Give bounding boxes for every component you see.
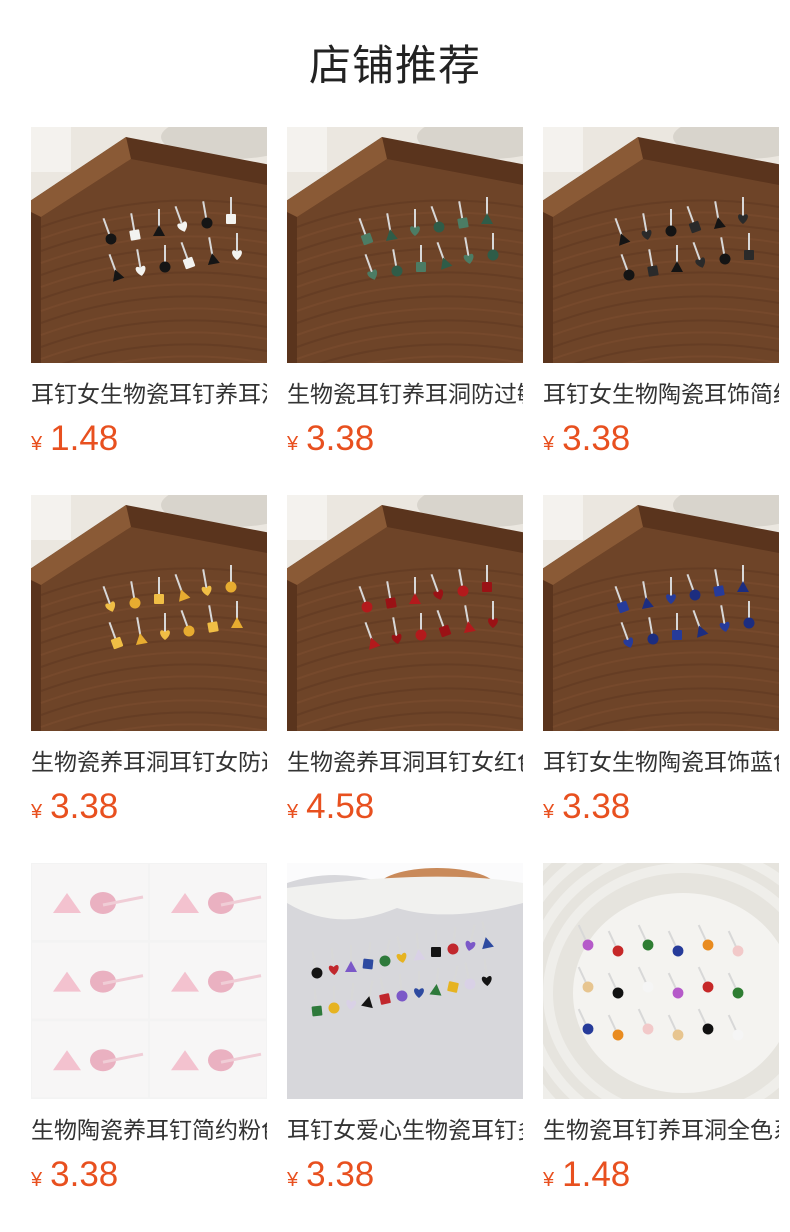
product-grid: 耳钉女生物瓷耳钉养耳洞 ¥1.48 生物瓷耳钉养耳洞防过敏 ¥3.38 耳钉女生物陶瓷耳… bbox=[31, 127, 779, 1194]
product-card[interactable]: 生物瓷耳钉养耳洞全色系 ¥1.48 bbox=[543, 863, 779, 1194]
product-price: ¥3.38 bbox=[31, 1155, 267, 1195]
product-photo bbox=[287, 495, 523, 731]
product-image[interactable] bbox=[287, 863, 523, 1099]
price-amount: 3.38 bbox=[562, 419, 631, 458]
product-photo bbox=[543, 495, 779, 731]
product-photo bbox=[287, 863, 523, 1099]
product-photo bbox=[543, 863, 779, 1099]
product-name[interactable]: 生物瓷耳钉养耳洞防过敏 bbox=[287, 379, 523, 411]
currency-symbol: ¥ bbox=[287, 433, 299, 455]
currency-symbol: ¥ bbox=[287, 801, 299, 823]
price-amount: 4.58 bbox=[306, 787, 375, 826]
price-amount: 3.38 bbox=[306, 1155, 375, 1194]
product-photo bbox=[31, 495, 267, 731]
product-image[interactable] bbox=[31, 863, 267, 1099]
product-card[interactable]: 耳钉女生物陶瓷耳饰简约 ¥3.38 bbox=[543, 127, 779, 458]
product-name[interactable]: 耳钉女生物陶瓷耳饰简约 bbox=[543, 379, 779, 411]
currency-symbol: ¥ bbox=[543, 1169, 555, 1191]
product-price: ¥1.48 bbox=[31, 419, 267, 459]
product-name[interactable]: 生物瓷养耳洞耳钉女红色 bbox=[287, 747, 523, 779]
price-amount: 3.38 bbox=[306, 419, 375, 458]
product-card[interactable]: 耳钉女生物陶瓷耳饰蓝色 ¥3.38 bbox=[543, 495, 779, 826]
product-price: ¥3.38 bbox=[31, 787, 267, 827]
product-price: ¥3.38 bbox=[543, 787, 779, 827]
page-title: 店铺推荐 bbox=[308, 41, 481, 90]
product-price: ¥1.48 bbox=[543, 1155, 779, 1195]
price-amount: 1.48 bbox=[562, 1155, 631, 1194]
product-card[interactable]: 生物瓷养耳洞耳钉女防过敏 ¥3.38 bbox=[31, 495, 267, 826]
product-photo bbox=[31, 863, 267, 1099]
product-name[interactable]: 生物瓷养耳洞耳钉女防过敏 bbox=[31, 747, 267, 779]
product-image[interactable] bbox=[287, 127, 523, 363]
product-name[interactable]: 生物瓷耳钉养耳洞全色系 bbox=[543, 1115, 779, 1147]
product-card[interactable]: 生物瓷养耳洞耳钉女红色 ¥4.58 bbox=[287, 495, 523, 826]
product-image[interactable] bbox=[287, 495, 523, 731]
price-amount: 3.38 bbox=[50, 1155, 119, 1194]
product-image[interactable] bbox=[543, 127, 779, 363]
product-name[interactable]: 耳钉女爱心生物瓷耳钉多色 bbox=[287, 1115, 523, 1147]
product-price: ¥3.38 bbox=[287, 1155, 523, 1195]
currency-symbol: ¥ bbox=[31, 1169, 43, 1191]
product-price: ¥4.58 bbox=[287, 787, 523, 827]
product-image[interactable] bbox=[31, 495, 267, 731]
product-price: ¥3.38 bbox=[543, 419, 779, 459]
product-photo bbox=[543, 127, 779, 363]
product-card[interactable]: 生物瓷耳钉养耳洞防过敏 ¥3.38 bbox=[287, 127, 523, 458]
price-amount: 1.48 bbox=[50, 419, 119, 458]
product-photo bbox=[31, 127, 267, 363]
price-amount: 3.38 bbox=[50, 787, 119, 826]
currency-symbol: ¥ bbox=[543, 801, 555, 823]
product-photo bbox=[287, 127, 523, 363]
product-card[interactable]: 耳钉女爱心生物瓷耳钉多色 ¥3.38 bbox=[287, 863, 523, 1194]
currency-symbol: ¥ bbox=[543, 433, 555, 455]
product-price: ¥3.38 bbox=[287, 419, 523, 459]
currency-symbol: ¥ bbox=[31, 433, 43, 455]
product-card[interactable]: 耳钉女生物瓷耳钉养耳洞 ¥1.48 bbox=[31, 127, 267, 458]
product-image[interactable] bbox=[31, 127, 267, 363]
product-name[interactable]: 耳钉女生物瓷耳钉养耳洞 bbox=[31, 379, 267, 411]
product-card[interactable]: 生物陶瓷养耳钉简约粉色 ¥3.38 bbox=[31, 863, 267, 1194]
product-name[interactable]: 耳钉女生物陶瓷耳饰蓝色 bbox=[543, 747, 779, 779]
product-image[interactable] bbox=[543, 495, 779, 731]
price-amount: 3.38 bbox=[562, 787, 631, 826]
currency-symbol: ¥ bbox=[31, 801, 43, 823]
product-image[interactable] bbox=[543, 863, 779, 1099]
product-name[interactable]: 生物陶瓷养耳钉简约粉色 bbox=[31, 1115, 267, 1147]
currency-symbol: ¥ bbox=[287, 1169, 299, 1191]
